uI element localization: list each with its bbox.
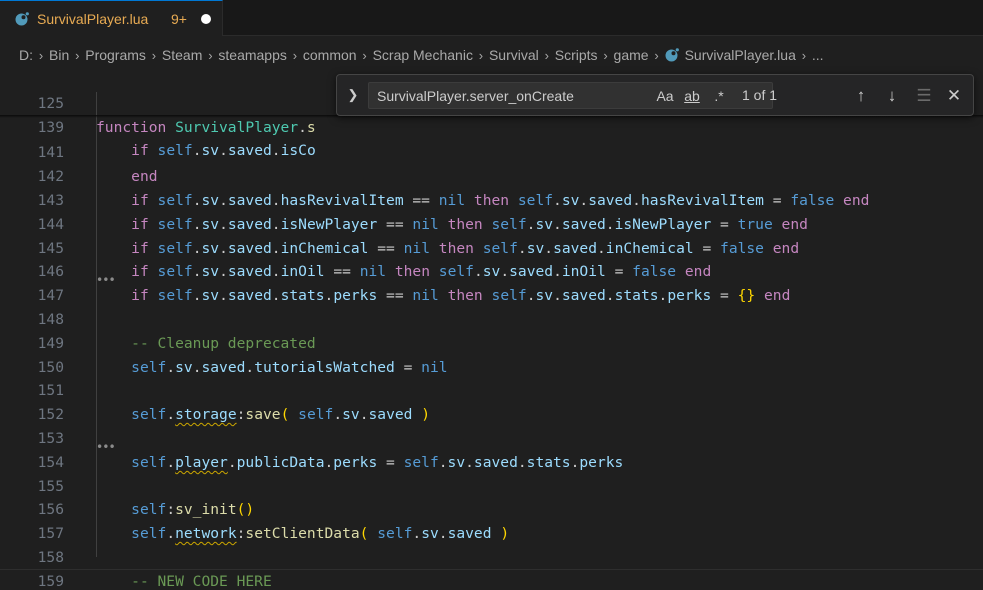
chevron-right-icon: › <box>362 47 367 63</box>
breadcrumb-item-drive[interactable]: D: <box>19 47 33 63</box>
breadcrumb-item-game[interactable]: game <box>614 47 649 63</box>
match-whole-word-button[interactable]: ab <box>680 86 704 106</box>
match-count: 1 of 1 <box>742 87 778 103</box>
chevron-right-icon: › <box>603 47 608 63</box>
chevron-right-icon: › <box>38 47 44 63</box>
unsaved-dot-icon[interactable] <box>201 14 211 24</box>
lua-file-icon <box>15 12 29 26</box>
chevron-right-icon: › <box>801 47 807 63</box>
next-match-arrow-down-icon[interactable]: ↓ <box>881 85 903 107</box>
breadcrumb-item-steam[interactable]: Steam <box>162 47 202 63</box>
code-editor[interactable]: 125 function SurvivalPlayer.s 139 if sel… <box>0 68 983 590</box>
code-line: 145 if self.sv.saved.inOil == nil then s… <box>0 213 983 281</box>
code-line: 157 <box>0 498 983 542</box>
previous-match-arrow-up-icon[interactable]: ↑ <box>850 85 872 107</box>
breadcrumb-item-more[interactable]: ... <box>812 47 824 63</box>
chevron-right-icon: › <box>208 47 213 63</box>
code-line: 152 <box>0 379 983 423</box>
breadcrumb: D: › Bin › Programs › Steam › steamapps … <box>0 44 983 66</box>
chevron-right-icon: › <box>292 47 298 63</box>
code-line: 149 self.sv.saved.tutorialsWatched = nil <box>0 308 983 376</box>
code-line: 155 self:sv_init() <box>0 451 983 519</box>
code-line: 150 <box>0 332 983 376</box>
breadcrumb-item-programs[interactable]: Programs <box>85 47 146 63</box>
code-line: 143 if self.sv.saved.isNewPlayer == nil … <box>0 165 983 233</box>
chevron-right-icon: › <box>151 47 157 63</box>
problems-badge: 9+ <box>171 11 187 27</box>
breadcrumb-item-steamapps[interactable]: steamapps <box>218 47 286 63</box>
use-regex-button[interactable]: .* <box>708 86 730 106</box>
breadcrumb-item-file[interactable]: SurvivalPlayer.lua <box>685 47 796 63</box>
code-line: 153 self.player.publicData.perks = self.… <box>0 403 983 471</box>
find-widget: ❯ Aa ab .* 1 of 1 ↑ ↓ ☰ ✕ <box>336 74 974 116</box>
toggle-replace-chevron-icon[interactable]: ❯ <box>345 87 361 103</box>
code-line: 158 -- NEW CODE HERE <box>0 522 983 590</box>
tab-bar: SurvivalPlayer.lua 9+ <box>0 0 983 36</box>
lua-file-icon <box>665 48 679 62</box>
code-line: 156 self.network:setClientData( self.sv.… <box>0 475 983 542</box>
code-line: 148 -- Cleanup deprecated <box>0 284 983 352</box>
tab-title: SurvivalPlayer.lua <box>37 11 149 27</box>
chevron-right-icon: › <box>654 47 659 63</box>
code-line: 147 ••• <box>0 260 983 304</box>
chevron-right-icon: › <box>544 47 549 63</box>
code-line: 151 self.storage:save( self.sv.saved ) <box>0 356 983 423</box>
code-line: 154 ••• <box>0 427 983 471</box>
breadcrumb-item-survival[interactable]: Survival <box>489 47 539 63</box>
code-line: 141 end <box>0 118 983 185</box>
code-line: 146 if self.sv.saved.stats.perks == nil … <box>0 237 983 304</box>
code-line: 159 end <box>0 546 983 590</box>
breadcrumb-item-scripts[interactable]: Scripts <box>555 47 598 63</box>
breadcrumb-item-bin[interactable]: Bin <box>49 47 69 63</box>
find-in-selection-icon[interactable]: ☰ <box>913 85 935 107</box>
code-line-current[interactable]: 160 <box>0 569 983 590</box>
code-line: 142 if self.sv.saved.hasRevivalItem == n… <box>0 141 983 209</box>
code-line: 144 if self.sv.saved.inChemical == nil t… <box>0 189 983 257</box>
editor-tab-survivalplayer[interactable]: SurvivalPlayer.lua 9+ <box>0 0 223 36</box>
close-icon[interactable]: ✕ <box>943 85 965 107</box>
chevron-right-icon: › <box>478 47 484 63</box>
match-case-button[interactable]: Aa <box>654 86 676 106</box>
breadcrumb-item-scrap-mechanic[interactable]: Scrap Mechanic <box>373 47 473 63</box>
chevron-right-icon: › <box>75 47 80 63</box>
breadcrumb-item-common[interactable]: common <box>303 47 357 63</box>
